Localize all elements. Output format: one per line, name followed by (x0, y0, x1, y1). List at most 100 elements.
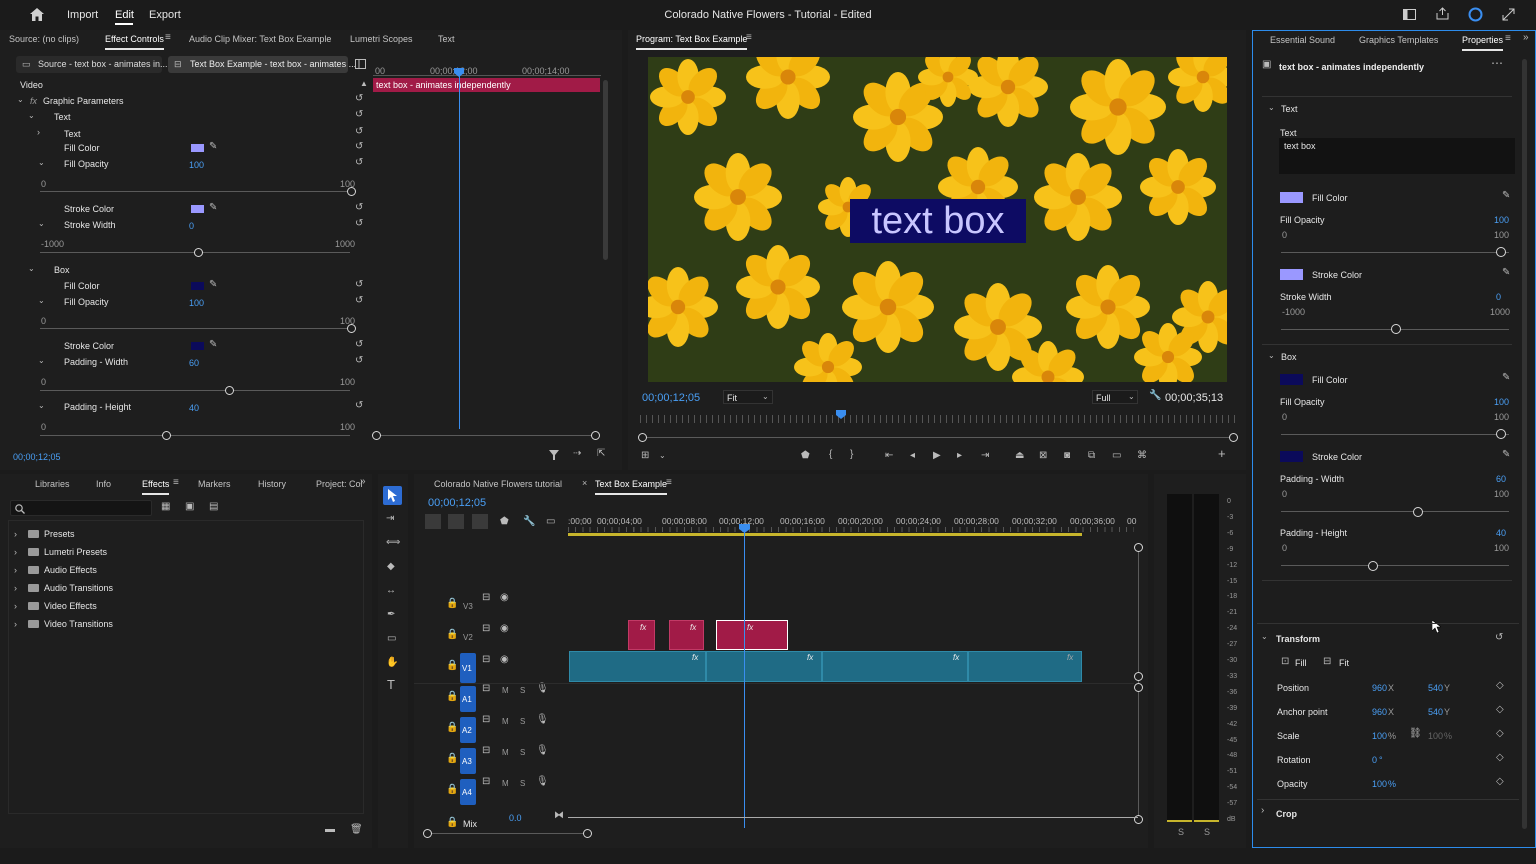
anchor-x[interactable]: 960 (1372, 707, 1387, 717)
trash-icon[interactable]: 🗑 (350, 825, 363, 835)
menu-icon[interactable]: ≡ (746, 33, 752, 43)
padding-width-value[interactable]: 60 (1496, 474, 1506, 484)
tab-sequence-text-box[interactable]: Text Box Example (595, 479, 668, 495)
sync-lock-icon[interactable]: ⊟ (482, 593, 490, 603)
solo-left[interactable]: S (1178, 827, 1184, 837)
step-back-icon[interactable]: ◂ (910, 451, 915, 461)
keyframe-icon[interactable]: ◇ (1496, 681, 1504, 691)
tab-lumetri-scopes[interactable]: Lumetri Scopes (350, 34, 413, 44)
razor-icon[interactable]: ◆ (387, 562, 395, 572)
timeline-playhead-marker[interactable] (739, 524, 750, 533)
reset-icon[interactable]: ↺ (355, 401, 363, 411)
hand-icon[interactable]: ✋ (386, 658, 398, 668)
tab-markers[interactable]: Markers (198, 479, 231, 489)
box-fill-opacity-slider[interactable] (1496, 429, 1506, 439)
stroke-width-value[interactable]: 0 (1496, 292, 1501, 302)
eyedropper-icon[interactable]: ✎ (1502, 268, 1510, 278)
lock-icon[interactable]: 🔒 (446, 661, 458, 671)
v1-clip[interactable]: fx (569, 651, 706, 682)
tab-audio-clip-mixer[interactable]: Audio Clip Mixer: Text Box Example (189, 34, 331, 44)
fit-button[interactable]: Fit (1339, 658, 1349, 668)
play-icon[interactable]: ▶ (933, 451, 941, 461)
reset-icon[interactable]: ↺ (355, 142, 363, 152)
box-fill-opacity-value[interactable]: 100 (189, 298, 204, 308)
new-folder-icon[interactable]: ▬ (325, 825, 335, 835)
keyframe-icon[interactable]: ◇ (1496, 753, 1504, 763)
mute-button[interactable]: M (502, 779, 509, 788)
box-stroke-color-swatch[interactable] (191, 342, 204, 350)
chevron-down-icon[interactable]: ⌄ (1268, 103, 1275, 113)
microphone-icon[interactable]: 🎙 (536, 684, 549, 694)
mute-button[interactable]: M (502, 686, 509, 695)
fill-button[interactable]: Fill (1295, 658, 1307, 668)
position-y[interactable]: 540 (1428, 683, 1443, 693)
fill-color-swatch[interactable] (1280, 192, 1303, 203)
eyedropper-icon[interactable]: ✎ (209, 340, 217, 350)
padding-width-value[interactable]: 60 (189, 358, 199, 368)
panel-toggle-icon[interactable] (355, 59, 366, 69)
v1-clip[interactable]: fx (968, 651, 1082, 682)
sync-lock-icon[interactable]: ⊟ (482, 777, 490, 787)
search-input[interactable] (10, 500, 152, 516)
type-tool-icon[interactable]: T (387, 678, 395, 691)
v-scroll-top[interactable] (1134, 543, 1143, 552)
vr-icon[interactable]: ⌘ (1137, 451, 1147, 461)
tab-project[interactable]: Project: Col (316, 479, 363, 489)
padding-width-slider[interactable] (225, 386, 234, 395)
sub-tab-source[interactable]: ▭ Source - text box - animates in... (16, 56, 168, 73)
reset-icon[interactable]: ↺ (355, 356, 363, 366)
chevron-down-icon[interactable]: ⌄ (38, 296, 45, 306)
microphone-icon[interactable]: 🎙 (536, 777, 549, 787)
stroke-width-slider[interactable] (194, 248, 203, 257)
menu-icon[interactable]: ≡ (173, 478, 179, 488)
fit-frame-icon[interactable]: ⊟ (1323, 657, 1331, 667)
reset-icon[interactable]: ↺ (355, 340, 363, 350)
track-target[interactable]: A3 (460, 748, 476, 774)
menu-icon[interactable]: ≡ (666, 478, 672, 488)
tab-sequence-tutorial[interactable]: Colorado Native Flowers tutorial (434, 479, 562, 489)
chevron-down-icon[interactable]: ⌄ (38, 401, 45, 411)
reset-icon[interactable]: ↺ (1495, 633, 1503, 643)
rectangle-icon[interactable]: ▭ (387, 634, 396, 644)
step-forward-icon[interactable]: ▸ (957, 451, 962, 461)
chevron-down-icon[interactable]: ⌄ (38, 158, 45, 168)
solo-button[interactable]: S (520, 686, 525, 695)
mute-button[interactable]: M (502, 748, 509, 757)
chevron-down-icon[interactable]: ⌄ (1268, 351, 1275, 361)
more-options-icon[interactable]: ⋯ (1491, 57, 1503, 69)
box-stroke-color-swatch[interactable] (1280, 451, 1303, 462)
home-icon[interactable] (30, 8, 44, 21)
menu-icon[interactable]: ≡ (165, 33, 171, 43)
play-only-icon[interactable]: ⇢ (573, 449, 581, 459)
32bit-effects-icon[interactable]: ▣ (185, 502, 194, 512)
solo-button[interactable]: S (520, 748, 525, 757)
timeline-playhead[interactable] (744, 527, 745, 828)
box-fill-opacity-slider[interactable] (347, 324, 356, 333)
solo-button[interactable]: S (520, 779, 525, 788)
scale-value[interactable]: 100 (1372, 731, 1387, 741)
program-title[interactable]: Program: Text Box Example (636, 34, 748, 50)
share-icon[interactable] (1436, 7, 1449, 20)
chevron-right-icon[interactable]: › (37, 127, 40, 137)
track-select-icon[interactable]: ⇥ (386, 514, 394, 524)
v1-clip[interactable]: fx (706, 651, 822, 682)
text-field[interactable]: text box (1279, 138, 1515, 174)
link-icon[interactable]: ⛓ (1409, 729, 1422, 739)
reset-icon[interactable]: ↺ (355, 110, 363, 120)
safe-margins-icon[interactable]: ▭ (1112, 451, 1121, 461)
chevron-down-icon[interactable]: ⌄ (28, 264, 35, 274)
ec-clip-bar[interactable]: text box - animates independently (373, 78, 600, 92)
expand-icon[interactable]: » (360, 477, 366, 487)
sync-lock-icon[interactable]: ⊟ (482, 684, 490, 694)
reset-icon[interactable]: ↺ (355, 296, 363, 306)
extract-icon[interactable]: ⊠ (1039, 451, 1047, 461)
menu-edit[interactable]: Edit (115, 9, 134, 21)
menu-export[interactable]: Export (149, 9, 181, 21)
lock-icon[interactable]: 🔒 (446, 630, 458, 640)
eyedropper-icon[interactable]: ✎ (1502, 373, 1510, 383)
reset-icon[interactable]: ↺ (355, 158, 363, 168)
ripple-edit-icon[interactable]: ⟺ (386, 538, 400, 548)
fill-opacity-value[interactable]: 100 (1494, 215, 1509, 225)
tab-properties[interactable]: Properties (1462, 35, 1504, 51)
text-box-overlay[interactable]: text box (850, 199, 1026, 243)
